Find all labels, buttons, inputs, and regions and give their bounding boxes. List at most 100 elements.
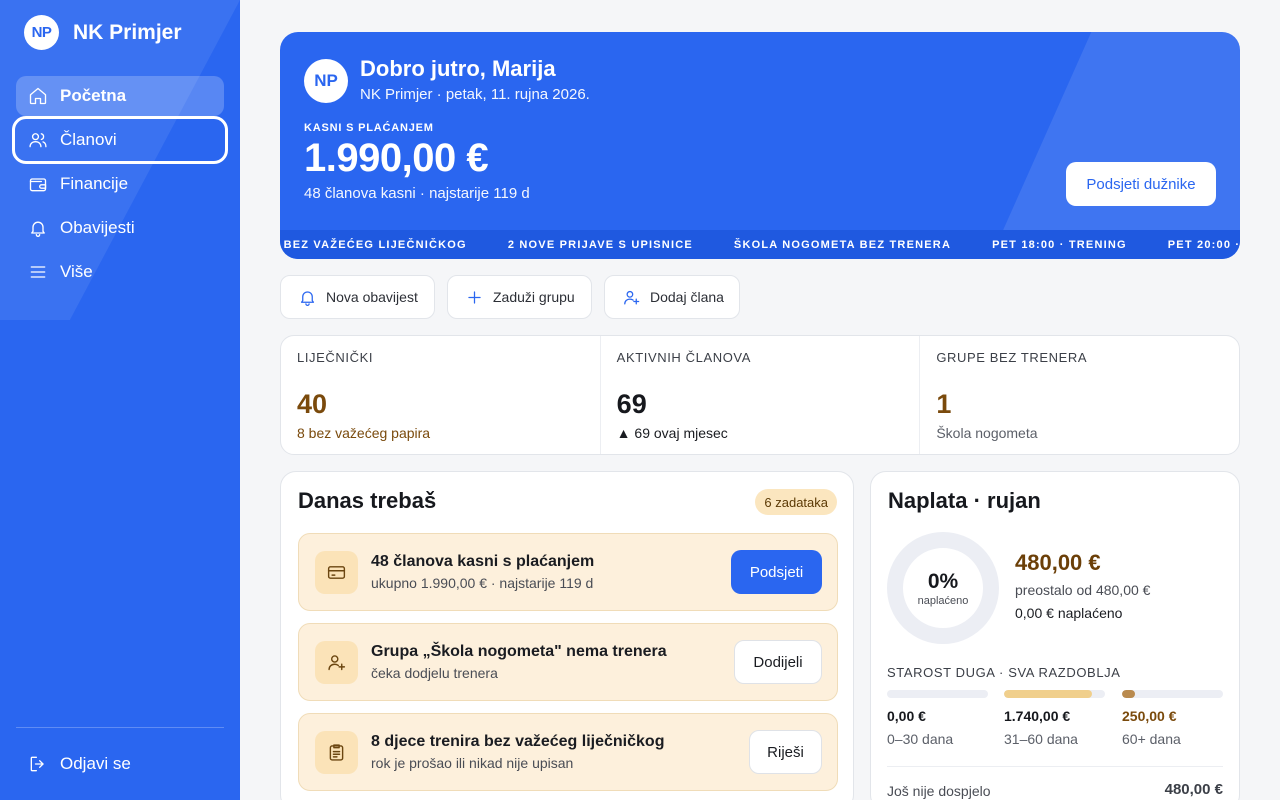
hero-decoration xyxy=(980,32,1240,259)
charge-group-button[interactable]: Zaduži grupu xyxy=(447,275,592,319)
not-due-label: Još nije dospjelo xyxy=(887,783,991,799)
task-subtitle: rok je prošao ili nikad nije upisan xyxy=(371,755,574,771)
task-subtitle: ukupno 1.990,00 € · najstarije 119 d xyxy=(371,575,594,591)
sidebar-item-label: Financije xyxy=(60,174,129,193)
logout-area: Odjavi se xyxy=(16,744,224,788)
ticker-item[interactable]: PET 18:00 · TRENING xyxy=(992,239,1127,251)
ticker-item[interactable]: ŠKOLA NOGOMETA BEZ TRENERA xyxy=(734,239,951,251)
age-range: 0–30 dana xyxy=(887,731,954,747)
task-subtitle: čeka dodjelu trenera xyxy=(371,665,498,681)
sidebar-item-label: Više xyxy=(60,262,93,281)
stat-value: 1 xyxy=(936,389,952,419)
new-notice-button[interactable]: Nova obavijest xyxy=(280,275,435,319)
age-bar-fill xyxy=(1004,690,1092,698)
sidebar-item-pocetna[interactable]: Početna xyxy=(16,76,224,116)
sidebar: NP NK Primjer Početna Članovi Financije … xyxy=(0,0,240,800)
clipboard-icon xyxy=(315,731,358,774)
ticker-track: 8 BEZ VAŽEĆEG LIJEČNIČKOG 2 NOVE PRIJAVE… xyxy=(280,239,1240,251)
logout-label: Odjavi se xyxy=(60,754,131,773)
ticker-item[interactable]: PET 20:00 · xyxy=(1168,239,1240,251)
task-title: Grupa „Škola nogometa" nema trenera xyxy=(371,643,667,660)
collected-donut: 0% naplaćeno xyxy=(887,532,999,644)
tasks-title: Danas trebaš xyxy=(298,488,437,513)
task-title: 8 djece trenira bez važećeg liječničkog xyxy=(371,733,665,750)
billing-remaining-amount: 480,00 € xyxy=(1015,550,1101,575)
task-group-no-coach[interactable]: Grupa „Škola nogometa" nema trenera čeka… xyxy=(298,623,838,701)
task-medical-missing[interactable]: 8 djece trenira bez važećeg liječničkog … xyxy=(298,713,838,791)
hero-club-logo: NP xyxy=(304,59,348,103)
stat-note: Škola nogometa xyxy=(936,425,1038,441)
overdue-amount: 1.990,00 € xyxy=(304,136,489,180)
hero-subtitle: NK Primjer · petak, 11. rujna 2026. xyxy=(360,86,590,103)
ticker-item[interactable]: 8 BEZ VAŽEĆEG LIJEČNIČKOG xyxy=(280,239,467,251)
tasks-count-badge: 6 zadataka xyxy=(755,489,837,515)
stat-value: 69 xyxy=(616,389,647,419)
add-member-button[interactable]: Dodaj člana xyxy=(604,275,740,319)
remind-debtors-button[interactable]: Podsjeti dužnike xyxy=(1066,162,1216,206)
debt-age-label: STAROST DUGA · SVA RAZDOBLJA xyxy=(887,665,1121,680)
billing-card: Naplata · rujan 0% naplaćeno 480,00 € pr… xyxy=(870,471,1240,800)
hero-banner: NP Dobro jutro, Marija NK Primjer · peta… xyxy=(280,32,1240,259)
wallet-icon xyxy=(29,178,47,192)
sidebar-item-financije[interactable]: Financije xyxy=(16,164,224,204)
greeting: Dobro jutro, Marija xyxy=(360,56,556,81)
stat-medical[interactable]: LIJEČNIČKI 40 8 bez važećeg papira xyxy=(281,336,601,454)
plus-icon xyxy=(468,290,481,304)
stat-label: GRUPE BEZ TRENERA xyxy=(936,350,1088,365)
collected-percent: 0% xyxy=(927,569,959,593)
age-bucket-31-60[interactable]: 1.740,00 € 31–60 dana xyxy=(1004,690,1105,747)
brand[interactable]: NP NK Primjer xyxy=(24,15,182,50)
overdue-note: 48 članova kasni · najstarije 119 d xyxy=(304,185,530,202)
stats-panel: LIJEČNIČKI 40 8 bez važećeg papira AKTIV… xyxy=(280,335,1240,455)
quick-action-label: Nova obavijest xyxy=(326,289,418,305)
stat-note: ▲ 69 ovaj mjesec xyxy=(616,425,728,441)
stat-value: 40 xyxy=(297,389,328,419)
assign-button[interactable]: Dodijeli xyxy=(734,640,822,684)
age-bar xyxy=(1122,690,1223,698)
stat-label: AKTIVNIH ČLANOVA xyxy=(616,350,752,365)
sidebar-item-label: Članovi xyxy=(60,130,117,149)
remind-button[interactable]: Podsjeti xyxy=(731,550,822,594)
bell-icon xyxy=(31,221,45,237)
stat-active-members[interactable]: AKTIVNIH ČLANOVA 69 ▲ 69 ovaj mjesec xyxy=(601,336,921,454)
billing-divider xyxy=(887,766,1223,767)
sidebar-item-obavijesti[interactable]: Obavijesti xyxy=(16,208,224,248)
club-logo: NP xyxy=(24,15,59,50)
home-icon xyxy=(29,87,47,105)
stat-note: 8 bez važećeg papira xyxy=(297,425,431,441)
age-bar-fill xyxy=(1122,690,1136,698)
task-title: 48 članova kasni s plaćanjem xyxy=(371,553,595,570)
age-value: 250,00 € xyxy=(1122,708,1177,724)
menu-icon xyxy=(30,266,46,278)
age-range: 31–60 dana xyxy=(1004,731,1078,747)
user-plus-icon xyxy=(315,641,358,684)
sidebar-item-vise[interactable]: Više xyxy=(16,252,224,292)
ticker-item[interactable]: 2 NOVE PRIJAVE S UPISNICE xyxy=(508,239,693,251)
resolve-button[interactable]: Riješi xyxy=(749,730,822,774)
age-range: 60+ dana xyxy=(1122,731,1181,747)
bell-icon xyxy=(300,290,315,306)
age-bar xyxy=(887,690,988,698)
task-overdue-payments[interactable]: 48 članova kasni s plaćanjem ukupno 1.99… xyxy=(298,533,838,611)
stat-groups-without-coach[interactable]: GRUPE BEZ TRENERA 1 Škola nogometa xyxy=(920,336,1239,454)
age-bucket-60-plus[interactable]: 250,00 € 60+ dana xyxy=(1122,690,1223,747)
age-value: 0,00 € xyxy=(887,708,926,724)
logout-icon xyxy=(30,756,44,772)
not-due-value: 480,00 € xyxy=(1164,781,1223,798)
sidebar-nav: Početna Članovi Financije Obavijesti Viš… xyxy=(12,76,228,296)
users-icon xyxy=(29,133,47,148)
stat-label: LIJEČNIČKI xyxy=(297,350,374,365)
quick-action-label: Zaduži grupu xyxy=(493,289,575,305)
logout-button[interactable]: Odjavi se xyxy=(16,744,224,784)
news-ticker: 8 BEZ VAŽEĆEG LIJEČNIČKOG 2 NOVE PRIJAVE… xyxy=(280,230,1240,259)
billing-paid-text: 0,00 € naplaćeno xyxy=(1015,605,1123,621)
age-bucket-0-30[interactable]: 0,00 € 0–30 dana xyxy=(887,690,988,747)
sidebar-item-label: Početna xyxy=(60,86,127,105)
sidebar-item-label: Obavijesti xyxy=(60,218,135,237)
quick-action-label: Dodaj člana xyxy=(650,289,724,305)
sidebar-item-clanovi[interactable]: Članovi xyxy=(12,116,228,164)
user-plus-icon xyxy=(624,290,640,304)
sidebar-divider xyxy=(16,727,224,728)
credit-card-icon xyxy=(315,551,358,594)
age-bar xyxy=(1004,690,1105,698)
